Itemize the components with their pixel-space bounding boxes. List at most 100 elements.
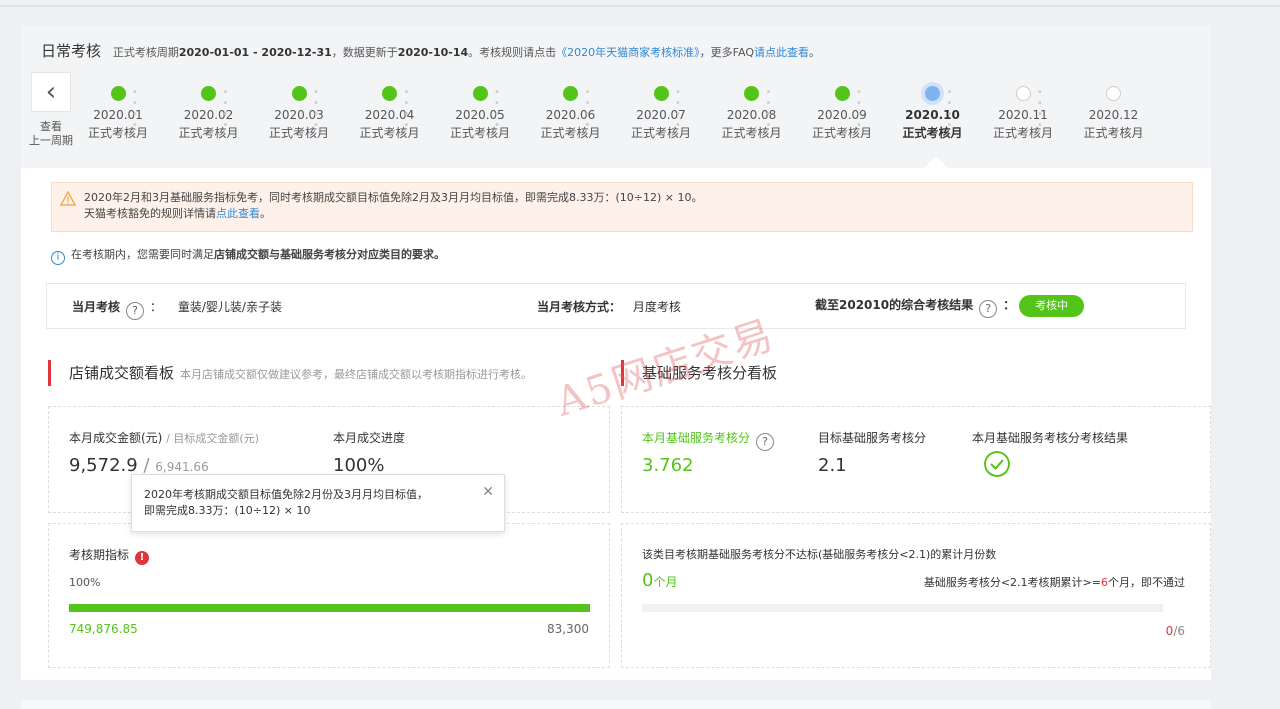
help-icon[interactable]: ? [756, 433, 775, 451]
month-label: 2020.03 [274, 108, 324, 122]
service-fail-panel: 该类目考核期基础服务考核分不达标(基础服务考核分<2.1)的累计月份数 0个月 … [621, 523, 1211, 668]
info-icon: i [51, 251, 65, 265]
back-label-line2: 上一周期 [29, 134, 73, 147]
target-tooltip: 2020年考核期成交额目标值免除2月份及3月月均目标值， 即需完成8.33万：(… [131, 474, 505, 532]
info-bold: 店铺成交额与基础服务考核分对应类目的要求。 [214, 248, 445, 261]
sales-board-title-text: 店铺成交额看板 [69, 364, 175, 382]
timeline-connector: • • • • [494, 87, 507, 131]
month-label: 2020.08 [726, 108, 777, 122]
close-icon[interactable]: ✕ [482, 484, 494, 500]
score-result-label: 本月基础服务考核分考核结果 [972, 431, 1129, 445]
fail-title: 该类目考核期基础服务考核分不达标(基础服务考核分<2.1)的累计月份数 [642, 548, 997, 561]
month-label: 2020.12 [1088, 108, 1139, 122]
month-tab[interactable]: 2020.03 正式考核月 [259, 106, 339, 142]
help-icon[interactable]: ? [126, 302, 145, 320]
faq-link[interactable]: 请点此查看 [754, 46, 809, 59]
target-amount-label: / 目标成交金额(元) [166, 432, 259, 445]
assessment-method-value: 月度考核 [632, 300, 681, 314]
target-score-label: 目标基础服务考核分 [818, 431, 927, 445]
month-type: 正式考核月 [540, 126, 601, 140]
period-target-label: 考核期指标! [69, 546, 150, 565]
notice-line1: 2020年2月和3月基础服务指标免考，同时考核期成交额目标值免除2月及3月月均目… [84, 191, 703, 204]
timeline-connector: • • • • [765, 87, 779, 131]
month-type: 正式考核月 [268, 126, 329, 140]
month-dot[interactable] [110, 86, 126, 101]
previous-period-label[interactable]: 查看 上一周期 [23, 120, 79, 148]
monthly-progress-label: 本月成交进度 [333, 431, 406, 445]
month-dot[interactable] [653, 86, 669, 101]
monthly-sales-value: 9,572.9 / 6,941.66 [69, 455, 209, 476]
month-dot[interactable] [382, 86, 397, 101]
fail-count-value: 0 [642, 570, 654, 591]
service-score-panel: 本月基础服务考核分? 3.762 目标基础服务考核分 2.1 本月基础服务考核分… [621, 406, 1211, 513]
timeline-connector: • • • • [584, 87, 598, 131]
month-dot[interactable] [291, 86, 307, 101]
month-dot[interactable] [563, 86, 578, 101]
sales-value: 9,572.9 [69, 455, 138, 476]
monthly-sales-label: 本月成交金额(元) / 目标成交金额(元) [69, 429, 259, 446]
month-type: 正式考核月 [178, 126, 239, 140]
month-type: 正式考核月 [87, 126, 148, 140]
month-label: 2020.07 [636, 108, 686, 122]
colon: ： [1003, 298, 1016, 312]
month-label: 2020.11 [998, 108, 1048, 122]
period-progress-fill [69, 604, 590, 612]
rules-link[interactable]: 《2020年天猫商家考核标准》 [556, 46, 700, 59]
month-tab[interactable]: 2020.04 正式考核月 [350, 106, 430, 142]
alert-icon[interactable]: ! [135, 551, 150, 565]
requirement-info: i 在考核期内，您需要同时满足店铺成交额与基础服务考核分对应类目的要求。 [51, 246, 445, 265]
tooltip-line1: 2020年考核期成交额目标值免除2月份及3月月均目标值， [144, 488, 428, 501]
sales-amount-label: 本月成交金额(元) [69, 431, 163, 445]
month-tab[interactable]: 2020.12 正式考核月 [1074, 106, 1154, 142]
period-target-panel: 考核期指标! 100% 749,876.85 83,300 [48, 523, 610, 668]
exemption-notice: 2020年2月和3月基础服务指标免考，同时考核期成交额目标值免除2月及3月月均目… [51, 182, 1193, 232]
exemption-rules-link[interactable]: 点此查看 [216, 207, 260, 220]
month-type: 正式考核月 [992, 126, 1053, 140]
sales-board-title: 店铺成交额看板 本月店铺成交额仅做建议参考，最终店铺成交额以考核期指标进行考核。 [48, 360, 532, 386]
month-tab[interactable]: 2020.07 正式考核月 [621, 106, 701, 142]
month-tab[interactable]: 2020.10 正式考核月 [893, 106, 973, 142]
back-label-line1: 查看 [40, 120, 62, 133]
period-current-value: 749,876.85 [69, 622, 138, 636]
slash: / [143, 455, 150, 476]
next-card-edge [21, 700, 1211, 709]
previous-period-button[interactable]: ‹ [31, 72, 71, 112]
target-value: 6,941.66 [155, 460, 209, 474]
rule-number: 6 [1101, 576, 1108, 589]
month-type: 正式考核月 [1083, 126, 1144, 140]
month-dot[interactable] [1106, 86, 1121, 101]
month-label: 2020.09 [817, 108, 867, 122]
timeline-connector: • • • • [313, 87, 326, 131]
fail-count-unit: 个月 [653, 575, 678, 589]
period-end: 。 [808, 46, 820, 59]
month-tab[interactable]: 2020.02 正式考核月 [169, 106, 249, 142]
month-tab[interactable]: 2020.01 正式考核月 [78, 106, 158, 142]
timeline-connector: • • • • [132, 87, 145, 131]
month-tab[interactable]: 2020.06 正式考核月 [531, 106, 611, 142]
month-dot[interactable] [834, 86, 850, 101]
current-assessment: 当月考核? ： 童装/婴儿装/亲子装 [72, 298, 282, 320]
timeline-header: 日常考核 正式考核周期2020-01-01 - 2020-12-31，数据更新于… [21, 26, 1211, 168]
month-label: 2020.01 [93, 108, 143, 122]
month-tab[interactable]: 2020.05 正式考核月 [440, 106, 520, 142]
fail-ratio: 0/6 [1166, 624, 1185, 638]
month-tab[interactable]: 2020.08 正式考核月 [712, 106, 792, 142]
month-tab[interactable]: 2020.11 正式考核月 [983, 106, 1063, 142]
month-dot[interactable] [744, 86, 759, 101]
month-dot[interactable] [201, 86, 216, 101]
monthly-progress-value: 100% [333, 455, 385, 476]
month-tab[interactable]: 2020.09 正式考核月 [802, 106, 882, 142]
status-badge[interactable]: 考核中 [1019, 295, 1085, 317]
month-dot[interactable] [472, 86, 488, 101]
month-dot[interactable] [925, 86, 940, 101]
month-dot[interactable] [1015, 86, 1031, 101]
period-target-label-text: 考核期指标 [69, 548, 130, 562]
info-prefix: 在考核期内，您需要同时满足 [71, 248, 214, 261]
score-label: 本月基础服务考核分? [642, 429, 780, 451]
fail-count: 0个月 [642, 570, 677, 591]
rules-label: 。考核规则请点击 [468, 46, 557, 59]
title-row: 日常考核 正式考核周期2020-01-01 - 2020-12-31，数据更新于… [41, 40, 820, 61]
help-icon[interactable]: ? [979, 300, 998, 318]
month-type: 正式考核月 [811, 126, 872, 140]
period-target-value: 83,300 [547, 622, 589, 636]
